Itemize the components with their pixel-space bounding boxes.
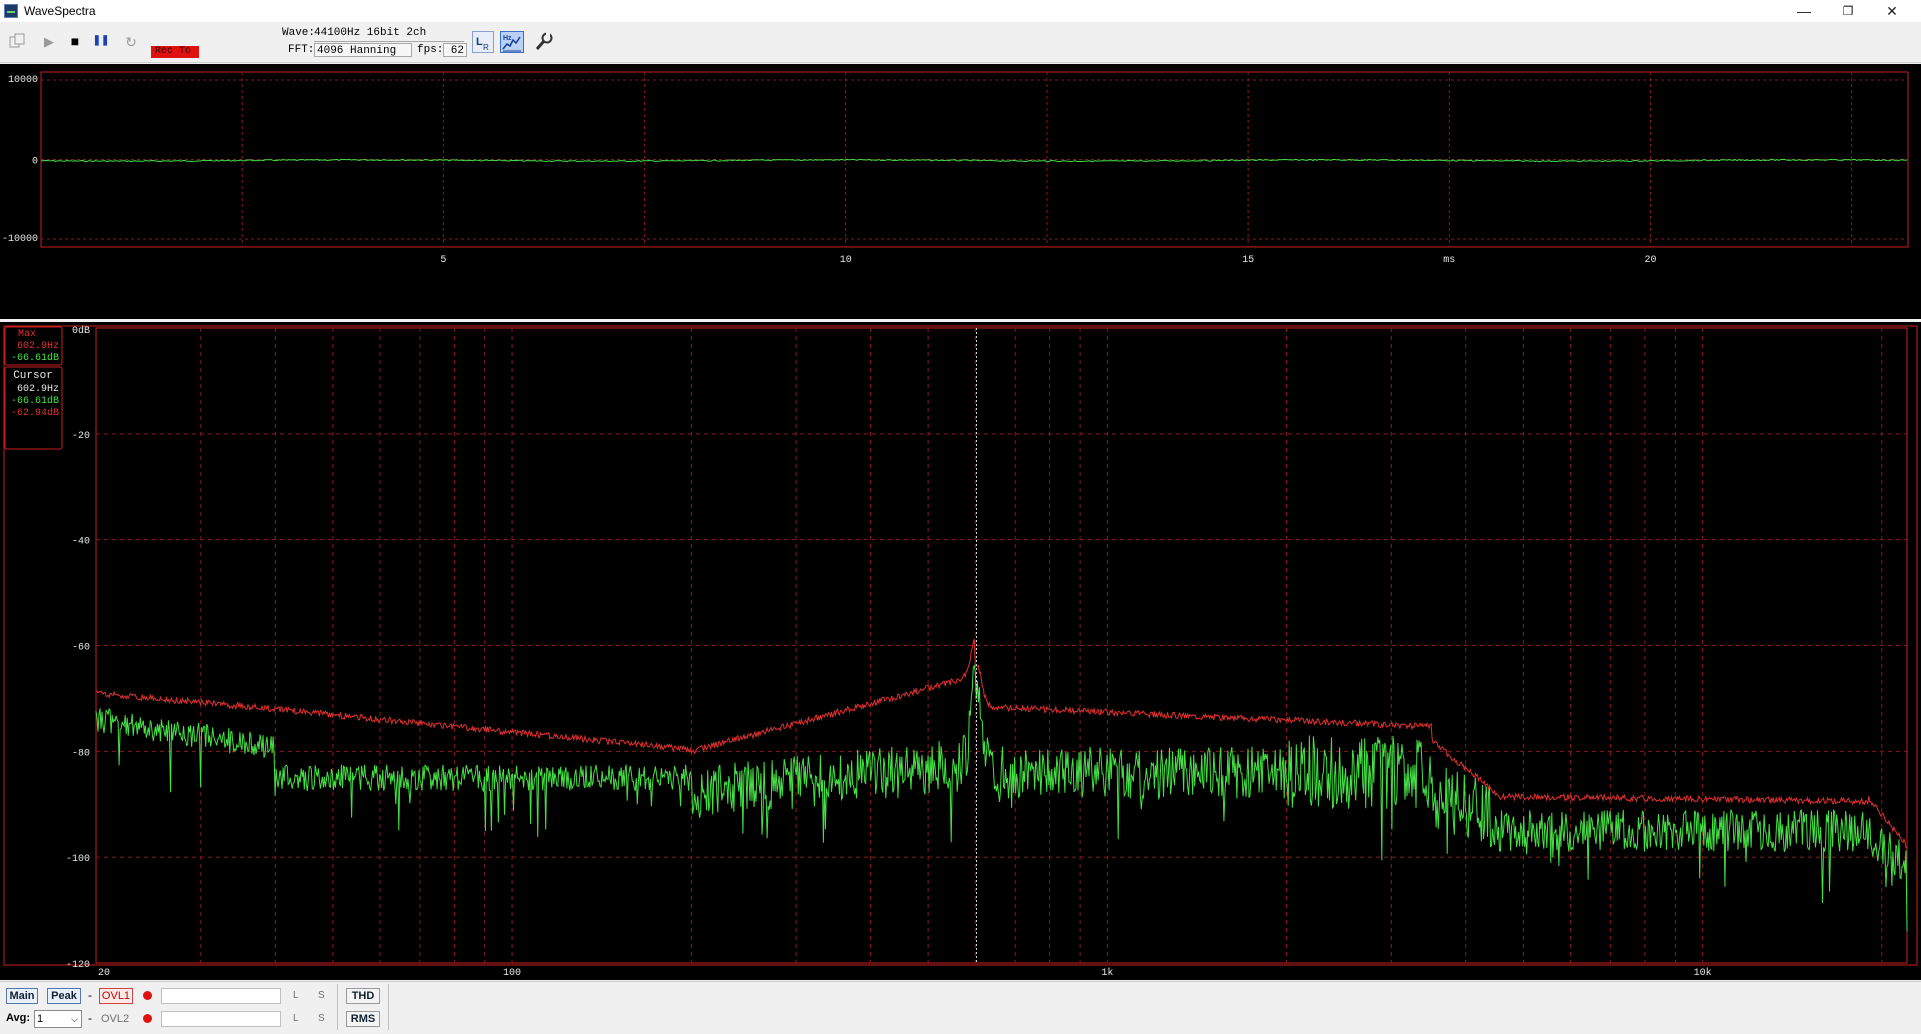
device-icon[interactable] xyxy=(6,30,28,52)
svg-text:L: L xyxy=(476,36,483,48)
rms-button[interactable]: RMS xyxy=(346,1011,380,1027)
spectrum-y-tick: -40 xyxy=(72,537,90,548)
cursor-box-frequency: 602.9Hz xyxy=(17,384,59,395)
cursor-info-box: Cursor 602.9Hz-66.61dB-62.94dB xyxy=(4,366,63,450)
cursor-box-title: Cursor xyxy=(13,370,53,382)
spectrum-panel[interactable]: 0dB -20 -40 -60 -80 -100 -120 20 100 1k 10k Max 602.… xyxy=(0,322,1921,980)
waveform-y-tick: 0 xyxy=(32,157,38,168)
wave-label: Wave: xyxy=(282,27,316,39)
app-icon xyxy=(4,4,18,18)
loop-icon: ↻ xyxy=(125,34,137,50)
chevron-down-icon: ⌵ xyxy=(71,1014,78,1024)
wrench-icon xyxy=(535,32,553,50)
max-box-frequency: 602.9Hz xyxy=(17,341,59,352)
spectrum-y-tick: -80 xyxy=(72,748,90,759)
main-button[interactable]: Main xyxy=(6,988,38,1004)
ovl2-label[interactable]: OVL2 xyxy=(101,1013,129,1025)
lr-icon: L R xyxy=(476,36,489,52)
spectrum-x-tick: 100 xyxy=(503,968,521,979)
spectrum-y-tick: -120 xyxy=(66,960,90,971)
ovl2-field[interactable] xyxy=(161,1011,281,1027)
ovl1-field[interactable] xyxy=(161,988,281,1004)
waveform-x-unit: ms xyxy=(1443,255,1455,266)
title-bar: WaveSpectra — ❐ ✕ xyxy=(0,0,1921,23)
waveform-y-tick: 10000 xyxy=(8,75,38,86)
ovl2-s-label[interactable]: S xyxy=(318,1013,325,1024)
svg-text:R: R xyxy=(483,43,489,52)
loop-button[interactable]: ↻ xyxy=(120,30,142,52)
channel-lr-button[interactable]: L R xyxy=(472,31,494,53)
ovl1-l-label[interactable]: L xyxy=(293,990,299,1001)
waveform-y-tick: -10000 xyxy=(2,234,38,245)
fft-setting-field[interactable]: 4096 Hanning xyxy=(314,43,412,57)
restore-button[interactable]: ❐ xyxy=(1826,0,1870,22)
thd-button[interactable]: THD xyxy=(346,988,380,1004)
separator xyxy=(337,984,338,1030)
spectrum-view-button[interactable]: Hz xyxy=(500,31,524,53)
ovl1-s-label[interactable]: S xyxy=(318,990,325,1001)
waveform-x-tick: 5 xyxy=(440,255,446,266)
toolbar: ▶ ■ ❚❚ ↻ Rec To Wave: 44100Hz 16bit 2ch … xyxy=(0,22,1921,79)
spectrum-y-tick: 0dB xyxy=(72,325,90,337)
play-button[interactable]: ▶ xyxy=(38,30,60,52)
ovl1-button[interactable]: OVL1 xyxy=(99,988,133,1004)
spectrum-y-tick: -60 xyxy=(72,643,90,654)
spectrum-y-tick: -20 xyxy=(72,431,90,442)
ovl2-record-icon[interactable] xyxy=(143,1014,152,1023)
bottom-bar: Main Peak - OVL1 L S THD Avg: 1 ⌵ - OVL2… xyxy=(0,981,1921,1034)
wave-format-value: 44100Hz 16bit 2ch xyxy=(314,27,427,39)
spectrum-x-tick: 1k xyxy=(1101,967,1113,979)
ovl2-l-label[interactable]: L xyxy=(293,1013,299,1024)
waveform-panel[interactable]: 10000 0 -10000 5 10 15 20 ms xyxy=(0,64,1921,319)
spectrum-icon: Hz xyxy=(502,35,521,52)
fft-label: FFT: xyxy=(288,44,315,56)
waveform-x-tick: 10 xyxy=(840,255,852,266)
svg-text:Hz: Hz xyxy=(503,35,512,42)
max-info-box: Max602.9Hz-66.61dB xyxy=(4,326,63,366)
cursor-box-level-left: -66.61dB xyxy=(11,395,59,407)
window-title: WaveSpectra xyxy=(24,4,96,18)
peak-button[interactable]: Peak xyxy=(47,988,81,1004)
wave-underline xyxy=(314,41,464,42)
fps-label: fps: xyxy=(417,44,444,56)
settings-button[interactable] xyxy=(532,31,556,53)
close-button[interactable]: ✕ xyxy=(1870,0,1914,22)
ovl1-record-icon[interactable] xyxy=(143,991,152,1000)
max-box-title: Max xyxy=(18,329,36,340)
spectrum-x-tick: 10k xyxy=(1694,967,1712,979)
spectrum-max-trace xyxy=(95,638,1907,849)
avg-value: 1 xyxy=(37,1013,44,1025)
separator xyxy=(388,984,389,1030)
cursor-box-level-right: -62.94dB xyxy=(11,407,59,419)
max-box-level: -66.61dB xyxy=(11,352,59,364)
spectrum-x-tick: 20 xyxy=(98,968,110,979)
stop-button[interactable]: ■ xyxy=(64,30,86,52)
avg-select[interactable]: 1 ⌵ xyxy=(34,1010,82,1028)
waveform-x-tick: 20 xyxy=(1644,255,1656,266)
spectrum-y-tick: -100 xyxy=(66,854,90,865)
waveform-x-tick: 15 xyxy=(1242,255,1254,266)
pause-button[interactable]: ❚❚ xyxy=(90,30,112,52)
stop-icon: ■ xyxy=(70,33,80,49)
dash-2: - xyxy=(88,1011,92,1025)
dash-1: - xyxy=(88,988,92,1002)
play-icon: ▶ xyxy=(44,34,54,49)
minimize-button[interactable]: — xyxy=(1782,0,1826,22)
pause-icon: ❚❚ xyxy=(92,35,110,46)
avg-label: Avg: xyxy=(6,1012,31,1024)
fps-value: 62 xyxy=(443,43,467,57)
rec-to-indicator[interactable]: Rec To xyxy=(151,46,199,58)
